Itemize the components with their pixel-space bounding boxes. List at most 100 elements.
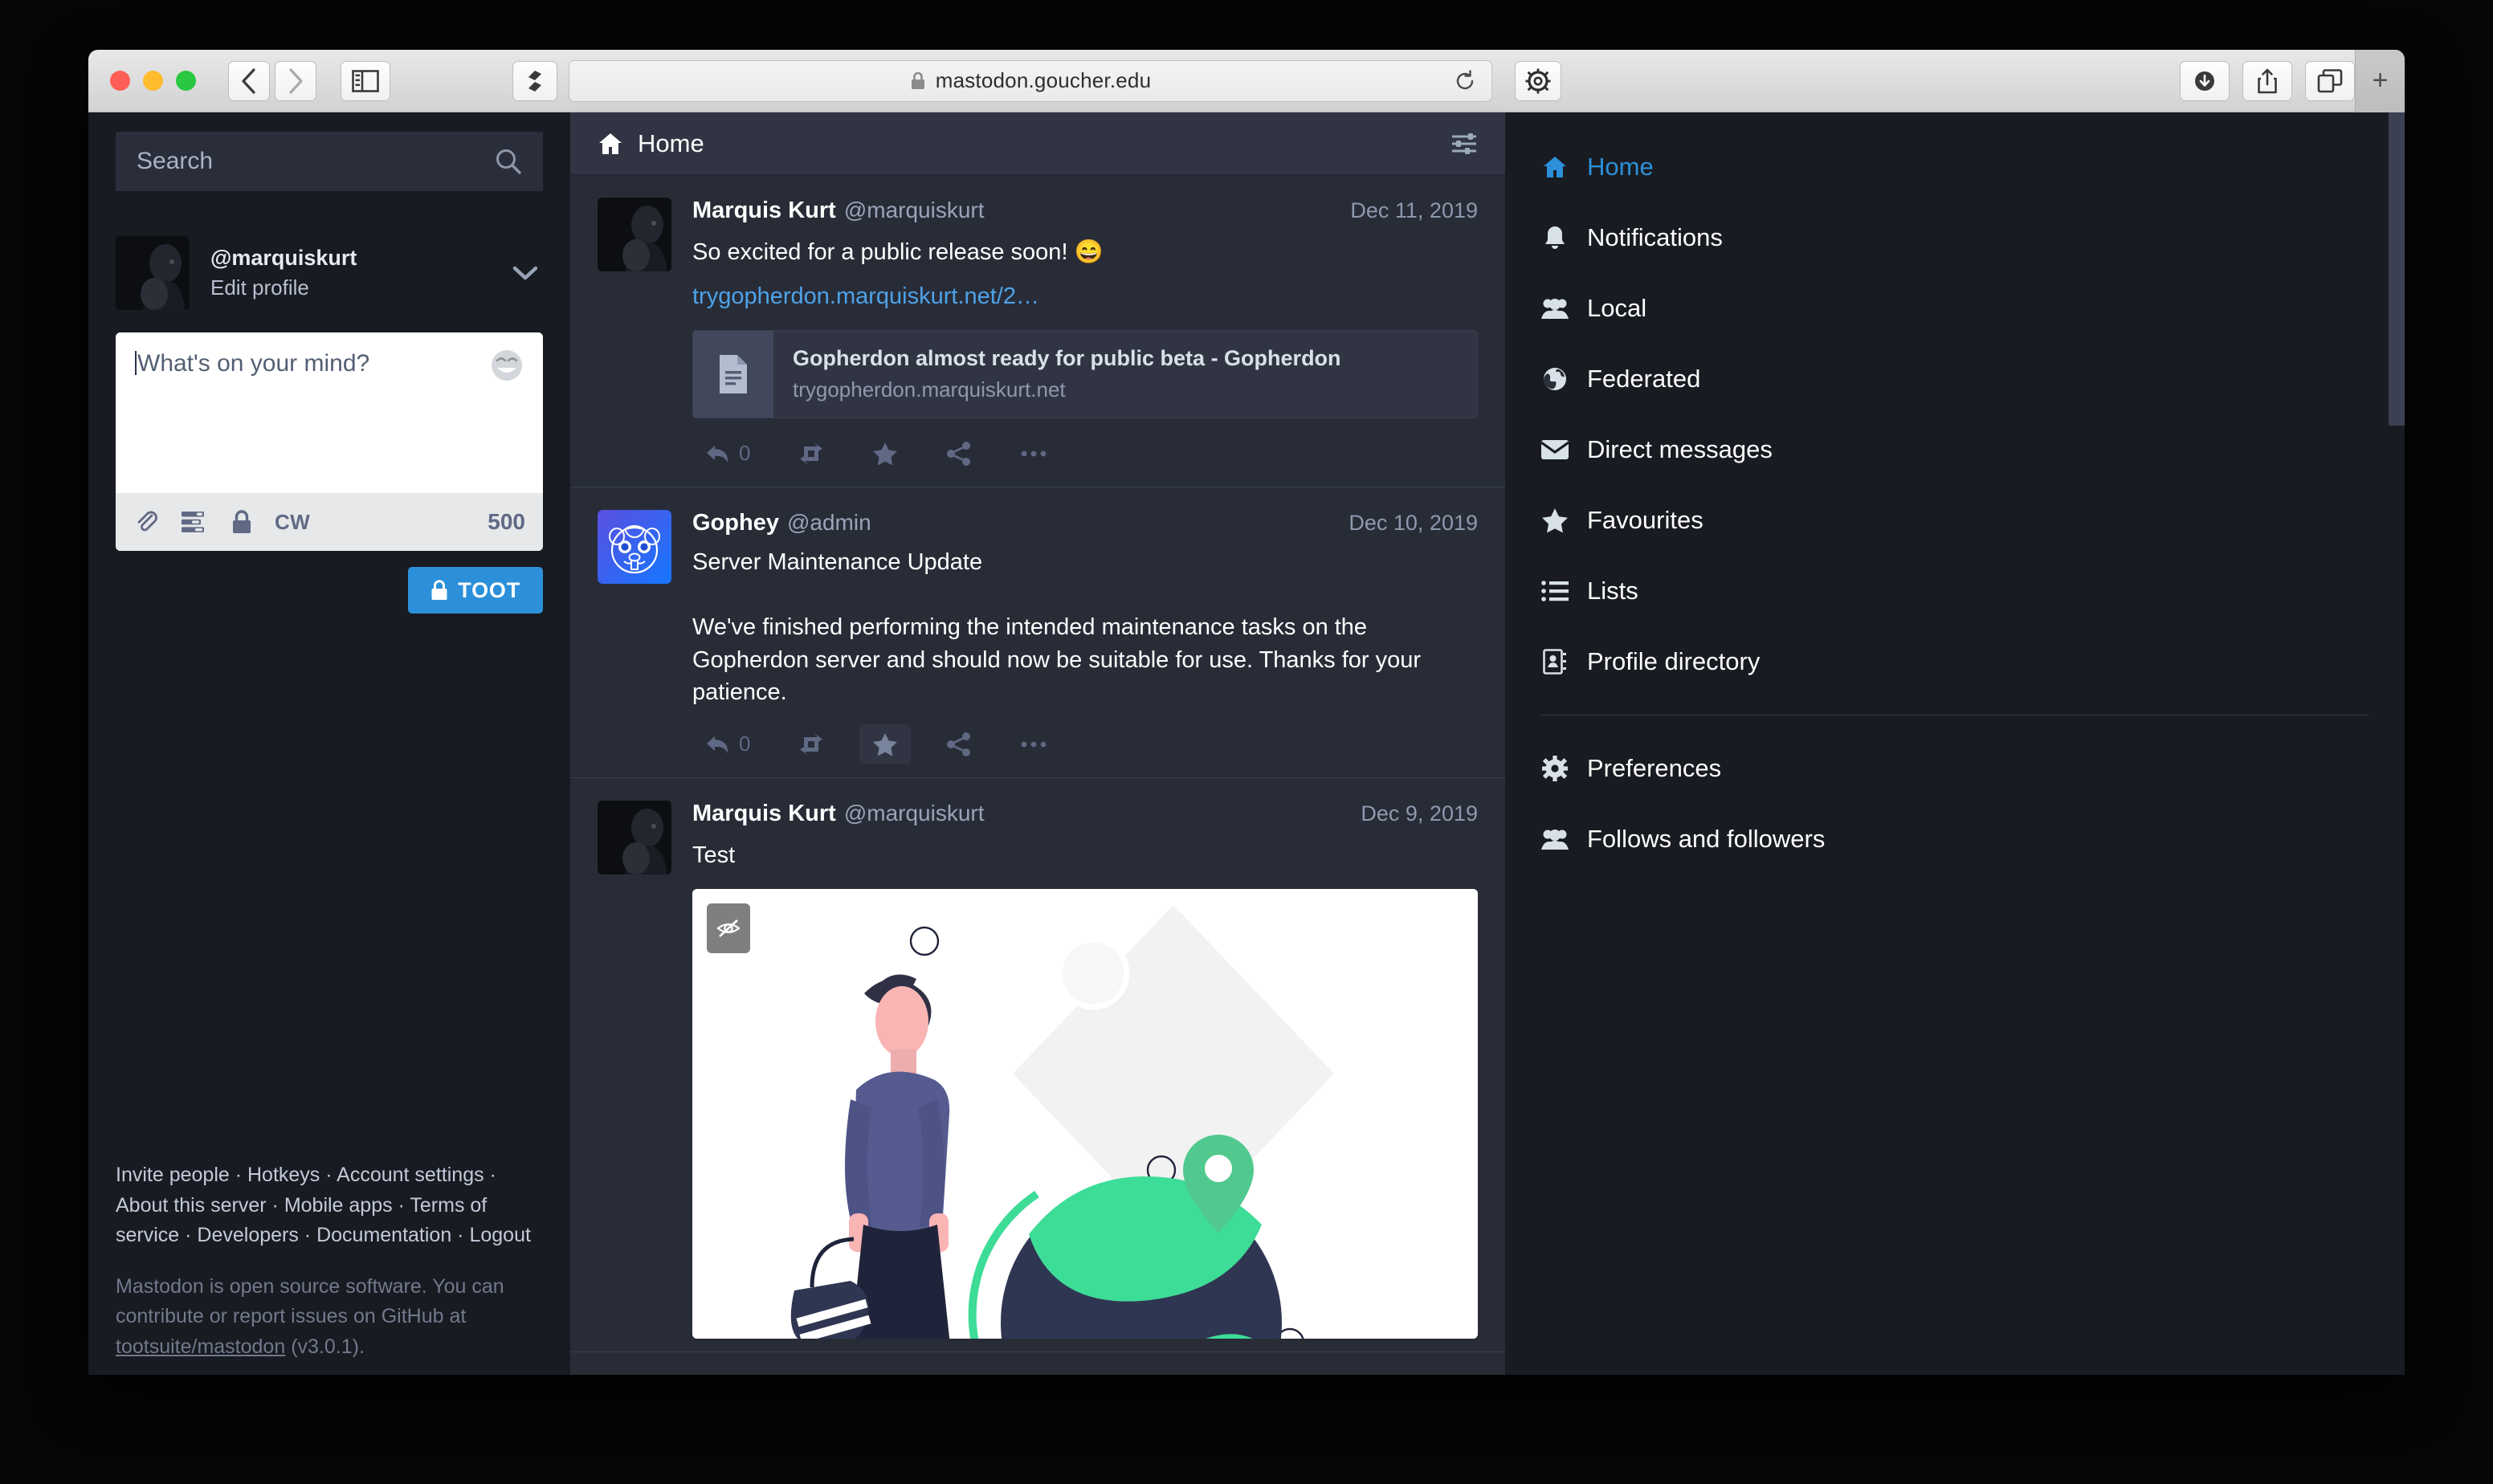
card-title: Gopherdon almost ready for public beta -… (793, 346, 1341, 371)
status-item[interactable]: Marquis Kurt @marquiskurt Dec 9, 2019 Te… (570, 778, 1505, 1353)
share-button[interactable] (933, 434, 985, 474)
footer-link-documentation[interactable]: Documentation (316, 1224, 451, 1246)
share-icon[interactable] (2242, 60, 2292, 101)
search-icon (495, 148, 522, 175)
footer-link-invite-people[interactable]: Invite people (116, 1164, 230, 1186)
nav-item-lists[interactable]: Lists (1540, 556, 2405, 626)
privacy-lock-icon[interactable] (231, 510, 252, 534)
footer-link-account-settings[interactable]: Account settings (337, 1164, 484, 1186)
footer-link-logout[interactable]: Logout (469, 1224, 530, 1246)
nav-item-preferences[interactable]: Preferences (1540, 733, 2405, 804)
edit-profile-link[interactable]: Edit profile (210, 275, 512, 300)
nav-item-favourites[interactable]: Favourites (1540, 485, 2405, 556)
account-handle[interactable]: @marquiskurt (844, 801, 985, 826)
close-window-button[interactable] (110, 71, 130, 91)
avatar[interactable] (598, 198, 671, 271)
nav-item-profile-directory[interactable]: Profile directory (1540, 626, 2405, 697)
nav-item-home[interactable]: Home (1540, 132, 2405, 202)
sidebar-toggle-icon[interactable] (341, 60, 390, 101)
display-name[interactable]: Marquis Kurt (692, 801, 836, 827)
sliders-icon[interactable] (1451, 132, 1478, 156)
compose-toolbar: CW 500 (116, 493, 543, 551)
smile-emoji: 😄 (1074, 239, 1104, 265)
gear-icon (1540, 756, 1569, 781)
text-caret (135, 351, 137, 375)
more-button[interactable] (1007, 441, 1060, 467)
attach-media-icon[interactable] (133, 509, 159, 535)
search-field[interactable] (116, 132, 543, 191)
toot-button[interactable]: TOOT (408, 567, 543, 614)
nav-item-notifications[interactable]: Notifications (1540, 202, 2405, 273)
tab-overview-icon[interactable] (2305, 60, 2355, 101)
privacy-shield-icon[interactable] (512, 60, 557, 101)
footer-repo-link[interactable]: tootsuite/mastodon (116, 1335, 285, 1358)
media-attachment[interactable] (692, 889, 1478, 1339)
nav-item-follows-and-followers[interactable]: Follows and followers (1540, 804, 2405, 874)
status-actions: 0 (598, 724, 1478, 764)
chevron-down-icon[interactable] (512, 265, 543, 281)
address-content: mastodon.goucher.edu (910, 68, 1152, 93)
mastodon-web-app: @marquiskurt Edit profile What's on your… (88, 112, 2405, 1375)
content-warning-button[interactable]: CW (275, 510, 310, 535)
favourite-button[interactable] (859, 434, 911, 474)
footer-link-about-this-server[interactable]: About this server (116, 1194, 267, 1217)
status-header: Marquis Kurt @marquiskurt Dec 11, 2019 S… (598, 198, 1478, 419)
new-tab-button[interactable]: + (2355, 50, 2405, 112)
back-button[interactable] (228, 60, 270, 101)
nav-divider (1540, 715, 2369, 716)
scrollbar-thumb[interactable] (2389, 112, 2405, 426)
nav-item-local[interactable]: Local (1540, 273, 2405, 344)
page-scrollbar[interactable] (2389, 112, 2405, 1375)
bell-icon (1540, 225, 1569, 251)
share-button[interactable] (933, 724, 985, 764)
eye-slash-icon[interactable] (707, 903, 750, 954)
zoom-window-button[interactable] (176, 71, 196, 91)
search-input[interactable] (137, 148, 522, 175)
favourite-button[interactable] (859, 724, 912, 764)
footer-link-hotkeys[interactable]: Hotkeys (247, 1164, 320, 1186)
reply-button[interactable]: 0 (692, 724, 763, 764)
navigation-buttons (228, 60, 316, 101)
account-row[interactable]: @marquiskurt Edit profile (116, 236, 543, 310)
status-item[interactable]: Gophey @admin Dec 10, 2019 Server Mainte… (570, 487, 1505, 779)
footer-note-after: (v3.0.1). (285, 1335, 365, 1358)
avatar[interactable] (598, 801, 671, 875)
status-text: So excited for a public release soon! 😄 (692, 239, 1104, 265)
reload-icon[interactable] (1453, 69, 1477, 93)
footer-note: Mastodon is open source software. You ca… (116, 1272, 543, 1363)
add-poll-icon[interactable] (182, 511, 209, 533)
status-item[interactable]: Marquis Kurt @marquiskurt Dec 11, 2019 S… (570, 175, 1505, 488)
forward-button[interactable] (275, 60, 316, 101)
compose-textarea[interactable]: What's on your mind? (116, 332, 543, 493)
link-preview-card[interactable]: Gopherdon almost ready for public beta -… (692, 330, 1478, 419)
toolbar-right-buttons (2180, 60, 2355, 101)
nav-item-federated[interactable]: Federated (1540, 344, 2405, 414)
document-icon (693, 331, 773, 418)
address-bar[interactable]: mastodon.goucher.edu (569, 59, 1492, 102)
boost-button[interactable] (785, 434, 837, 473)
reply-count: 0 (739, 732, 751, 756)
more-button[interactable] (1007, 732, 1060, 757)
gear-icon[interactable] (1515, 60, 1561, 101)
display-name[interactable]: Marquis Kurt (692, 198, 836, 224)
reply-button[interactable]: 0 (692, 433, 763, 474)
display-name[interactable]: Gophey (692, 510, 779, 536)
nav-item-direct-messages[interactable]: Direct messages (1540, 414, 2405, 485)
emoji-picker-icon[interactable] (488, 347, 525, 384)
account-handle[interactable]: @marquiskurt (844, 198, 985, 223)
footer-link-developers[interactable]: Developers (197, 1224, 298, 1246)
minimize-window-button[interactable] (143, 71, 163, 91)
footer-link-mobile-apps[interactable]: Mobile apps (284, 1194, 393, 1217)
avatar[interactable] (598, 510, 671, 585)
nav-item-label: Federated (1587, 365, 1701, 393)
account-handle: @marquiskurt (210, 246, 357, 270)
home-icon (598, 132, 623, 156)
account-handle[interactable]: @admin (787, 510, 871, 536)
status-body: Gophey @admin Dec 10, 2019 Server Mainte… (692, 510, 1478, 709)
status-link[interactable]: trygopherdon.marquiskurt.net/2… (692, 283, 1039, 309)
downloads-icon[interactable] (2180, 60, 2230, 101)
safari-browser-window: mastodon.goucher.edu + Search @marquisku… (88, 50, 2405, 1375)
status-text: We've finished performing the intended m… (692, 614, 1422, 706)
window-traffic-lights (110, 71, 196, 91)
boost-button[interactable] (785, 725, 837, 764)
